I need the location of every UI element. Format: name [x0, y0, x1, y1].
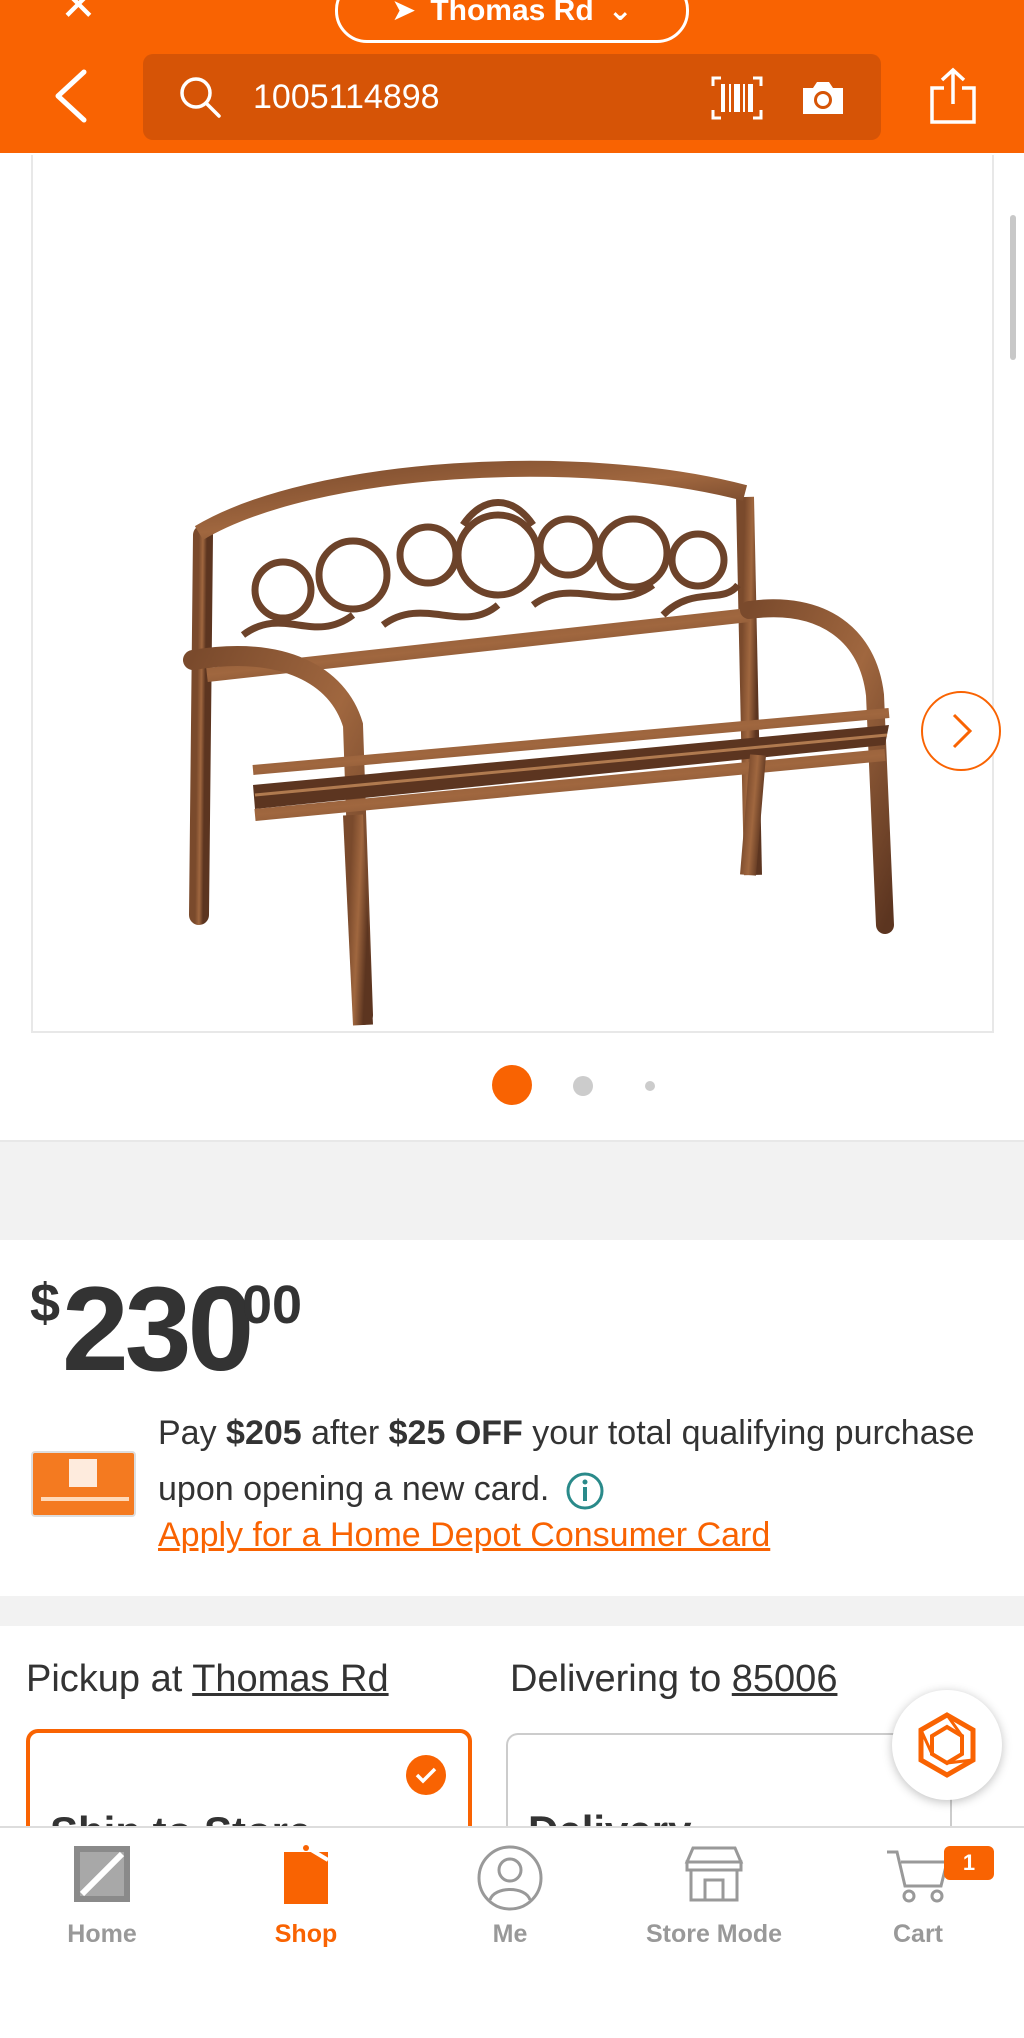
cart-count-badge: 1 [944, 1846, 994, 1880]
camera-icon[interactable] [799, 76, 847, 118]
carousel-dot[interactable] [573, 1076, 593, 1096]
credit-card-image [31, 1451, 136, 1517]
search-icon [180, 77, 221, 118]
assistant-icon [918, 1712, 976, 1778]
section-divider [0, 1140, 1024, 1240]
app-header: ✕ ➤ Thomas Rd ⌄ 1005114898 [0, 0, 1024, 153]
bottom-navigation: Home Shop Me Store Mode Cart 1 [0, 1826, 1024, 2038]
search-input[interactable]: 1005114898 [253, 78, 440, 117]
nav-home[interactable]: Home [0, 1828, 204, 1958]
shop-tag-icon [284, 1845, 330, 1904]
price-dollars: 230 [62, 1262, 254, 1396]
next-image-button[interactable] [921, 691, 1001, 771]
location-arrow-icon: ➤ [391, 0, 417, 27]
store-name: Thomas Rd [430, 0, 594, 27]
delivery-zip-link[interactable]: 85006 [732, 1658, 838, 1700]
user-profile-icon [477, 1845, 543, 1911]
carousel-dots [0, 1063, 1024, 1105]
promo-discount: $25 OFF [388, 1414, 523, 1452]
store-selector[interactable]: ➤ Thomas Rd ⌄ [335, 0, 689, 43]
carousel-dot-active[interactable] [492, 1065, 532, 1105]
chat-assistant-button[interactable] [892, 1690, 1002, 1800]
apply-card-link[interactable]: Apply for a Home Depot Consumer Card [158, 1516, 770, 1555]
barcode-scanner-icon[interactable] [711, 76, 763, 120]
delivery-location: Delivering to 85006 [510, 1658, 838, 1700]
nav-shop[interactable]: Shop [204, 1828, 408, 1958]
search-bar[interactable]: 1005114898 [143, 54, 881, 140]
price-currency: $ [30, 1273, 61, 1333]
info-icon[interactable] [565, 1471, 605, 1511]
pickup-store-link[interactable]: Thomas Rd [192, 1658, 388, 1700]
carousel-dot[interactable] [645, 1081, 655, 1091]
back-button[interactable] [48, 66, 92, 126]
store-icon [684, 1846, 744, 1902]
section-divider [0, 1596, 1024, 1626]
close-icon[interactable]: ✕ [60, 0, 97, 31]
nav-me[interactable]: Me [408, 1828, 612, 1958]
nav-store-mode[interactable]: Store Mode [612, 1828, 816, 1958]
chevron-right-icon [952, 713, 973, 749]
chevron-down-icon: ⌄ [607, 0, 633, 27]
card-logo-icon [69, 1459, 97, 1487]
card-promo-text: Pay $205 after $25 OFF your total qualif… [158, 1405, 1008, 1517]
pickup-location: Pickup at Thomas Rd [26, 1658, 389, 1700]
product-image-carousel[interactable] [31, 155, 1001, 1033]
checkmark-icon [406, 1755, 446, 1795]
home-depot-logo-icon [74, 1846, 130, 1902]
promo-pay-amount: $205 [226, 1414, 302, 1452]
chevron-left-icon [55, 69, 87, 123]
scrollbar[interactable] [1010, 215, 1016, 360]
share-icon[interactable] [928, 66, 978, 126]
cart-icon [887, 1850, 949, 1903]
product-image-bench [183, 460, 894, 1026]
price-cents: 00 [242, 1275, 303, 1335]
